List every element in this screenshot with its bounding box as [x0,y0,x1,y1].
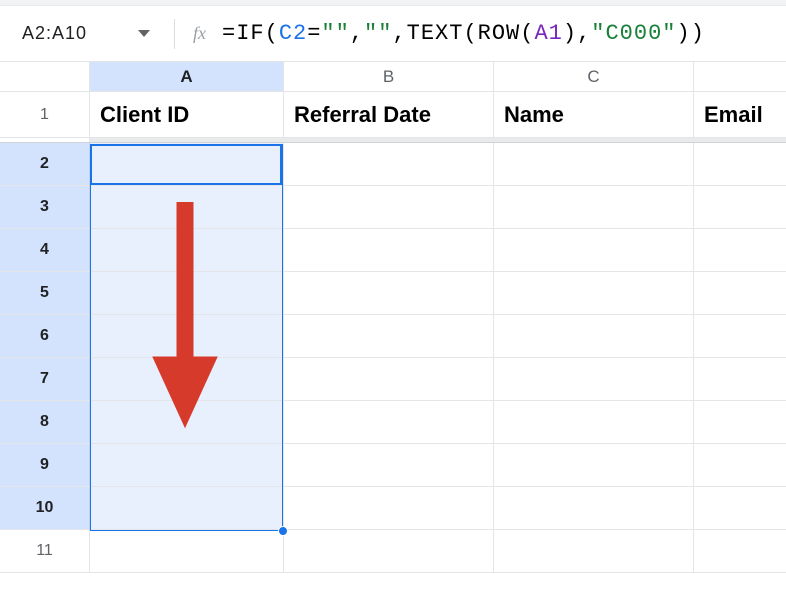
table-row: 7 [0,358,786,401]
formula-input[interactable]: =IF(C2="","",TEXT(ROW(A1),"C000")) [222,21,705,46]
row-header-5[interactable]: 5 [0,272,90,315]
name-box-value: A2:A10 [22,23,87,44]
cell-D1[interactable]: Email [694,92,786,138]
table-row: 1 Client ID Referral Date Name Email [0,92,786,138]
name-box[interactable]: A2:A10 [12,16,160,52]
col-header-C[interactable]: C [494,62,694,92]
cell-C10[interactable] [494,487,694,530]
table-row: 11 [0,530,786,573]
cell-B10[interactable] [284,487,494,530]
cell-D9[interactable] [694,444,786,487]
cell-A6[interactable] [90,315,284,358]
cell-B5[interactable] [284,272,494,315]
cell-D6[interactable] [694,315,786,358]
cell-B3[interactable] [284,186,494,229]
cell-B6[interactable] [284,315,494,358]
formula-bar: A2:A10 fx =IF(C2="","",TEXT(ROW(A1),"C00… [0,6,786,62]
spreadsheet-grid[interactable]: A B C 1 Client ID Referral Date Name Ema… [0,62,786,573]
cell-D3[interactable] [694,186,786,229]
cell-B4[interactable] [284,229,494,272]
row-header-6[interactable]: 6 [0,315,90,358]
cell-D11[interactable] [694,530,786,573]
cell-C5[interactable] [494,272,694,315]
cell-A1[interactable]: Client ID [90,92,284,138]
column-header-row: A B C [0,62,786,92]
table-row: 6 [0,315,786,358]
cell-A4[interactable] [90,229,284,272]
divider [174,19,175,49]
table-row: 4 [0,229,786,272]
table-row: 3 [0,186,786,229]
cell-B9[interactable] [284,444,494,487]
cell-C11[interactable] [494,530,694,573]
row-header-3[interactable]: 3 [0,186,90,229]
cell-B11[interactable] [284,530,494,573]
col-header-D[interactable] [694,62,786,92]
caret-down-icon [138,30,150,37]
row-header-1[interactable]: 1 [0,92,90,138]
row-header-4[interactable]: 4 [0,229,90,272]
cell-C4[interactable] [494,229,694,272]
col-header-A[interactable]: A [90,62,284,92]
cell-A7[interactable] [90,358,284,401]
cell-D7[interactable] [694,358,786,401]
cell-A9[interactable] [90,444,284,487]
cell-A11[interactable] [90,530,284,573]
cell-B7[interactable] [284,358,494,401]
row-header-10[interactable]: 10 [0,487,90,530]
cell-D5[interactable] [694,272,786,315]
cell-B8[interactable] [284,401,494,444]
select-all-corner[interactable] [0,62,90,92]
cell-B2[interactable] [284,143,494,186]
table-row: 2 [0,143,786,186]
cell-A3[interactable] [90,186,284,229]
row-header-9[interactable]: 9 [0,444,90,487]
cell-C3[interactable] [494,186,694,229]
cell-B1[interactable]: Referral Date [284,92,494,138]
table-row: 8 [0,401,786,444]
row-header-8[interactable]: 8 [0,401,90,444]
fx-icon: fx [193,23,206,44]
cell-A5[interactable] [90,272,284,315]
row-header-11[interactable]: 11 [0,530,90,573]
cell-A2[interactable] [90,143,284,186]
cell-C9[interactable] [494,444,694,487]
cell-D8[interactable] [694,401,786,444]
cell-A8[interactable] [90,401,284,444]
cell-A10[interactable] [90,487,284,530]
cell-C7[interactable] [494,358,694,401]
cell-D4[interactable] [694,229,786,272]
row-header-2[interactable]: 2 [0,143,90,186]
cell-D2[interactable] [694,143,786,186]
table-row: 9 [0,444,786,487]
cell-C1[interactable]: Name [494,92,694,138]
cell-D10[interactable] [694,487,786,530]
cell-C6[interactable] [494,315,694,358]
table-row: 5 [0,272,786,315]
row-header-7[interactable]: 7 [0,358,90,401]
cell-C2[interactable] [494,143,694,186]
col-header-B[interactable]: B [284,62,494,92]
cell-C8[interactable] [494,401,694,444]
table-row: 10 [0,487,786,530]
